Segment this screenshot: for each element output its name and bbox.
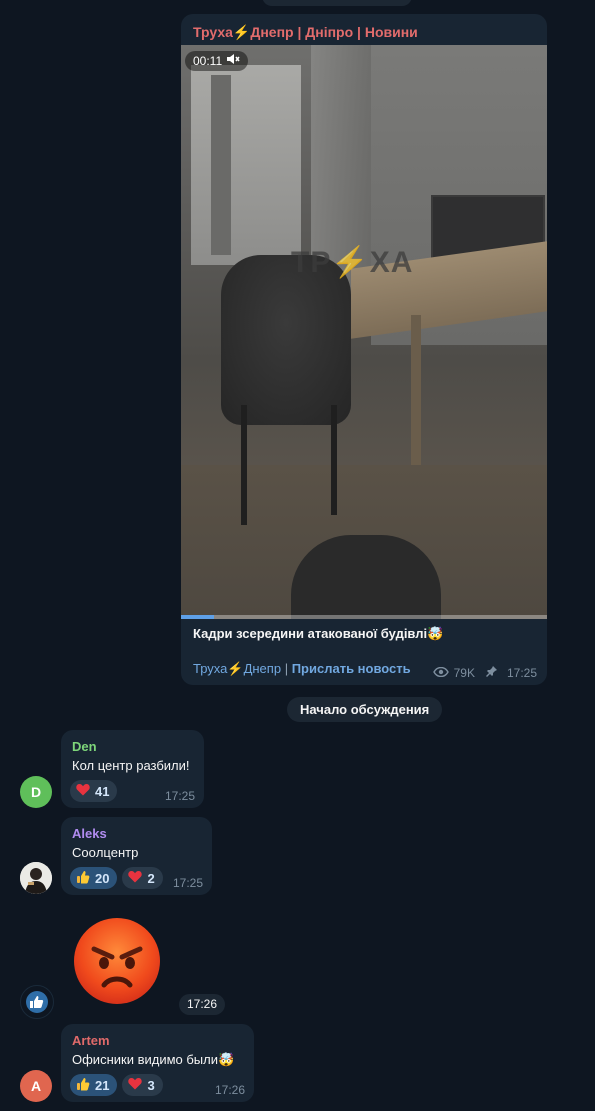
video-time: 00:11 [193, 54, 223, 68]
video-scene-chair-leg [241, 405, 247, 525]
reaction-count: 21 [95, 1077, 110, 1093]
reaction-heart[interactable]: 3 [122, 1074, 163, 1096]
message-bubble[interactable]: Den Кол центр разбили! 41 17:25 [61, 730, 204, 808]
video-progress-fill [181, 615, 214, 619]
reactions: 41 [70, 780, 118, 802]
heart-icon [128, 870, 143, 886]
sticker[interactable] [72, 915, 162, 1005]
video-player[interactable]: ТР⚡ХА 00:11 [181, 45, 547, 619]
video-scene-window [191, 65, 301, 265]
post-caption: Кадри зсередини атакованої будівлі🤯 [193, 626, 444, 641]
channel-post: Труха⚡Днепр | Дніпро | Новини ТР⚡ХА 00:1… [181, 14, 547, 685]
reaction-count: 20 [95, 870, 110, 886]
video-progress-bar[interactable] [181, 615, 547, 619]
channel-link[interactable]: Труха⚡Днепр [193, 661, 281, 676]
sender-name[interactable]: Den [72, 739, 97, 754]
channel-title[interactable]: Труха⚡Днепр | Дніпро | Новини [193, 24, 418, 41]
message-time: 17:25 [164, 789, 195, 803]
post-footer: Труха⚡Днепр | Прислать новость [193, 661, 411, 677]
avatar[interactable] [20, 862, 52, 894]
reactions: 20 2 [70, 867, 163, 889]
avatar-letter: D [30, 784, 42, 800]
message-text: Офисники видимо были🤯 [72, 1052, 235, 1067]
sender-name[interactable]: Aleks [72, 826, 107, 841]
message-time: 17:26 [214, 1083, 245, 1097]
message-bubble[interactable]: Aleks Cooлцентр 20 2 17:25 [61, 817, 212, 895]
avatar-photo [20, 862, 52, 894]
previous-date-pill [262, 0, 412, 6]
discussion-start-label: Начало обсуждения [287, 697, 443, 722]
post-time: 17:25 [506, 665, 537, 680]
message-text: Кол центр разбили! [72, 758, 190, 773]
thumbs-up-icon [76, 870, 90, 887]
reaction-heart[interactable]: 2 [122, 867, 163, 889]
video-scene-desk-leg [411, 315, 421, 465]
reaction-thumbs-up[interactable]: 20 [70, 867, 118, 889]
eye-icon [432, 666, 449, 680]
reaction-thumbs-up[interactable]: 21 [70, 1074, 118, 1096]
video-scene-chair [221, 255, 351, 425]
heart-icon [128, 1077, 143, 1093]
video-scene-chair-foreground [291, 535, 441, 619]
avatar[interactable]: D [20, 776, 52, 808]
thumbs-up-avatar-icon [26, 991, 48, 1013]
message-time: 17:25 [172, 876, 203, 890]
footer-separator: | [284, 661, 289, 676]
reaction-count: 3 [147, 1077, 155, 1093]
pin-icon [485, 665, 498, 680]
views-count: 79K [453, 665, 475, 680]
message-text: Cooлцентр [72, 845, 139, 860]
avatar[interactable] [20, 985, 54, 1019]
heart-icon [76, 783, 90, 799]
avatar[interactable]: A [20, 1070, 52, 1102]
thumbs-up-icon [76, 1077, 90, 1094]
reactions: 21 3 [70, 1074, 163, 1096]
video-duration-badge[interactable]: 00:11 [185, 51, 249, 71]
mute-icon[interactable] [226, 51, 240, 71]
avatar-letter: A [30, 1078, 42, 1094]
angry-face-icon [74, 918, 160, 1004]
reaction-count: 41 [95, 783, 110, 799]
post-meta: 79K 17:25 [432, 665, 537, 680]
reaction-heart[interactable]: 41 [70, 780, 118, 802]
video-watermark: ТР⚡ХА [291, 246, 414, 279]
submit-news-link[interactable]: Прислать новость [292, 661, 411, 676]
sender-name[interactable]: Artem [72, 1033, 110, 1048]
message-bubble[interactable]: Artem Офисники видимо были🤯 21 3 17:26 [61, 1024, 254, 1102]
message-time: 17:26 [179, 994, 226, 1015]
reaction-count: 2 [147, 870, 155, 886]
video-scene-chair-leg [331, 405, 337, 515]
video-scene-frame [211, 75, 231, 255]
